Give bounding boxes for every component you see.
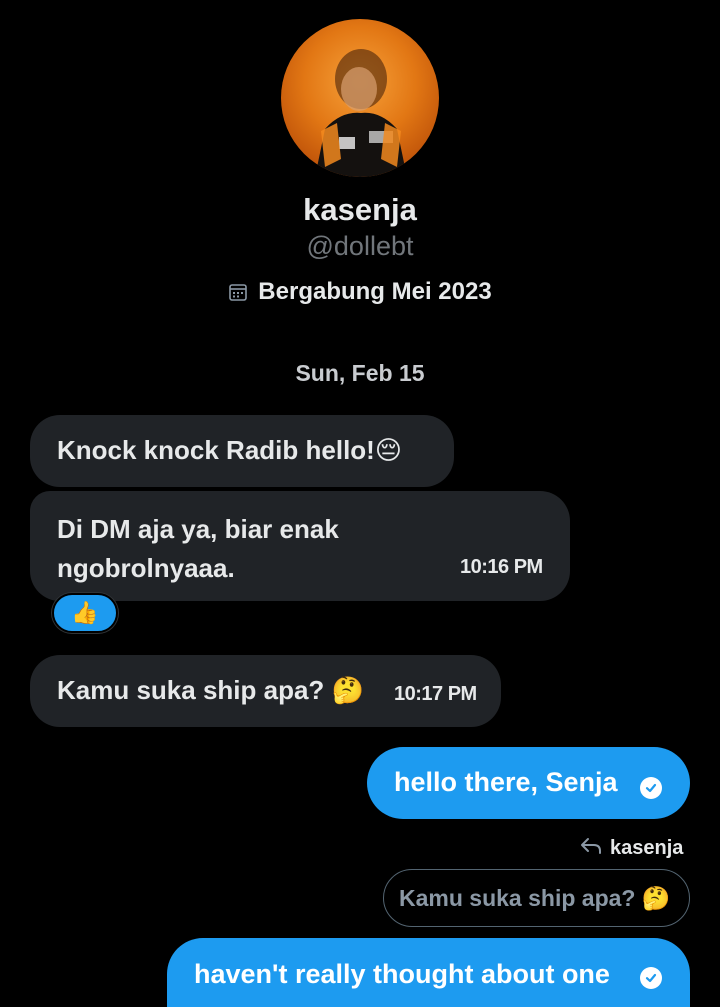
check-circle-icon <box>640 777 662 799</box>
message-text: haven't really thought about one <box>194 959 610 989</box>
message-text-line: Di DM aja ya, biar enak <box>57 514 339 544</box>
reply-context: kasenja <box>580 836 683 860</box>
message-timestamp: 10:17 PM <box>394 683 477 705</box>
message-emoji: 😔 <box>374 436 402 466</box>
quoted-message[interactable]: Kamu suka ship apa? 🤔 <box>383 869 690 927</box>
reply-to-user: kasenja <box>610 836 684 859</box>
quoted-emoji: 🤔 <box>641 886 671 912</box>
outgoing-message-bubble[interactable]: hello there, Senja <box>367 747 690 819</box>
joined-label: Bergabung Mei 2023 <box>258 278 492 305</box>
reply-arrow-icon <box>580 836 602 860</box>
profile-avatar[interactable] <box>281 19 439 177</box>
calendar-icon <box>228 282 248 302</box>
message-text: Knock knock Radib hello! <box>57 435 375 465</box>
message-emoji: 🤔 <box>331 676 364 706</box>
incoming-message-bubble[interactable]: Di DM aja ya, biar enak ngobrolnyaaa. 10… <box>30 491 570 601</box>
date-separator: Sun, Feb 15 <box>295 360 425 386</box>
message-text: Kamu suka ship apa? <box>57 675 325 705</box>
message-timestamp: 10:16 PM <box>460 556 543 578</box>
quoted-text: Kamu suka ship apa? <box>399 885 636 911</box>
reaction-badge[interactable]: 👍 <box>52 593 118 633</box>
incoming-message-bubble[interactable]: Knock knock Radib hello!😔 <box>30 415 454 487</box>
profile-joined-date: Bergabung Mei 2023 <box>0 278 720 306</box>
thumbs-up-icon: 👍 <box>71 600 99 626</box>
profile-handle: @dollebt <box>306 231 414 261</box>
message-text: hello there, Senja <box>394 767 618 797</box>
incoming-message-bubble[interactable]: Kamu suka ship apa? 🤔 10:17 PM <box>30 655 501 727</box>
profile-display-name: kasenja <box>303 192 417 227</box>
check-circle-icon <box>640 967 662 989</box>
outgoing-message-bubble[interactable]: haven't really thought about one <box>167 938 690 1007</box>
